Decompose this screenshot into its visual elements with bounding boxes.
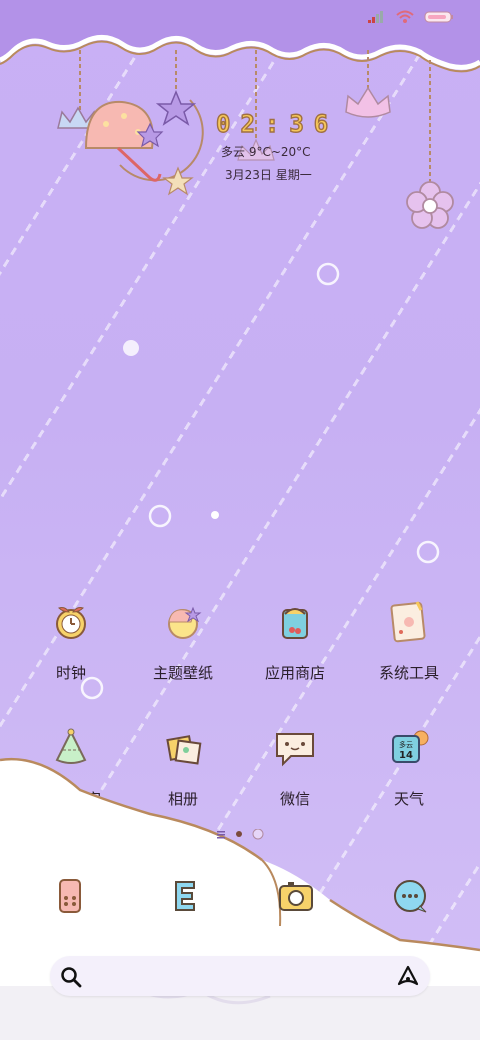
app-clock[interactable]: 时钟 bbox=[16, 600, 126, 683]
app-theme-wallpaper[interactable]: 主题壁纸 bbox=[128, 600, 238, 683]
clock-time[interactable]: 02:36 bbox=[215, 109, 338, 138]
app-system-tools[interactable]: 系统工具 bbox=[354, 600, 464, 683]
background-decorations bbox=[80, 262, 440, 700]
assistant-icon[interactable] bbox=[396, 964, 420, 988]
browser-icon[interactable] bbox=[164, 876, 204, 916]
search-bar[interactable] bbox=[50, 956, 430, 996]
app-store-icon bbox=[282, 608, 308, 639]
search-icon[interactable] bbox=[60, 966, 82, 988]
clock-weather[interactable]: 多云 9°C~20°C bbox=[221, 143, 311, 160]
app-label: 时钟 bbox=[55, 664, 86, 682]
alarm-clock-icon bbox=[56, 607, 86, 639]
system-tools-icon bbox=[390, 601, 426, 643]
weather-icon-text-top: 多云 bbox=[399, 740, 413, 749]
app-label: 应用商店 bbox=[264, 664, 325, 682]
app-label: 系统工具 bbox=[378, 664, 439, 682]
camera-icon[interactable] bbox=[276, 876, 316, 916]
page-indicator bbox=[217, 829, 264, 840]
theme-wallpaper-icon bbox=[168, 606, 202, 639]
messages-icon[interactable] bbox=[390, 876, 430, 916]
app-app-store[interactable]: 应用商店 bbox=[240, 600, 350, 683]
clock-date[interactable]: 3月23日 星期一 bbox=[225, 166, 312, 183]
app-label: 主题壁纸 bbox=[152, 664, 213, 682]
phone-icon[interactable] bbox=[50, 876, 90, 916]
